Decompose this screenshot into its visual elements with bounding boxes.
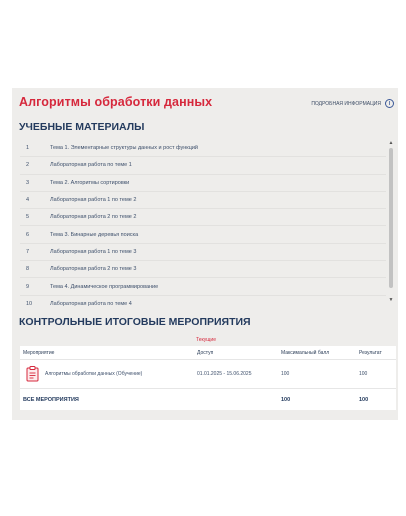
scroll-down-arrow-icon[interactable]: ▼ <box>388 297 394 303</box>
list-item[interactable]: 4 Лабораторная работа 1 по теме 2 <box>20 192 386 210</box>
list-item[interactable]: 3 Тема 2. Алгоритмы сортировки <box>20 175 386 192</box>
info-icon[interactable]: i <box>385 99 394 108</box>
item-number: 4 <box>26 197 30 204</box>
list-item[interactable]: 7 Лабораторная работа 1 по теме 3 <box>20 244 386 262</box>
item-number: 2 <box>26 162 30 169</box>
item-title[interactable]: Тема 4. Динамическое программирование <box>50 284 158 290</box>
item-number: 1 <box>26 145 30 152</box>
events-table: Мероприятие Доступ Максимальный балл Рез… <box>20 346 396 410</box>
table-row[interactable]: Алгоритмы обработки данных (Обучение) 01… <box>20 360 396 389</box>
page-title: Алгоритмы обработки данных <box>19 95 213 109</box>
materials-heading: УЧЕБНЫЕ МАТЕРИАЛЫ <box>19 121 145 133</box>
list-item[interactable]: 5 Лабораторная работа 2 по теме 2 <box>20 209 386 227</box>
total-result: 100 <box>359 396 369 403</box>
list-item[interactable]: 8 Лабораторная работа 2 по теме 3 <box>20 261 386 279</box>
clipboard-icon <box>26 366 39 382</box>
item-title[interactable]: Лабораторная работа по теме 1 <box>50 162 132 168</box>
item-number: 6 <box>26 231 30 238</box>
table-header: Мероприятие Доступ Максимальный балл Рез… <box>20 346 396 360</box>
col-event: Мероприятие <box>23 349 55 356</box>
item-number: 10 <box>26 300 33 307</box>
scroll-up-arrow-icon[interactable]: ▲ <box>388 140 394 146</box>
more-info-link[interactable]: ПОДРОБНАЯ ИНФОРМАЦИЯ i <box>311 99 394 108</box>
event-name-link[interactable]: Алгоритмы обработки данных (Обучение) <box>45 371 142 377</box>
col-result: Результат <box>359 349 382 356</box>
item-title[interactable]: Тема 3. Бинарные деревья поиска <box>50 232 138 238</box>
item-number: 5 <box>26 214 30 221</box>
materials-list: 1 Тема 1. Элементарные структуры данных и… <box>20 140 386 307</box>
list-item[interactable]: 1 Тема 1. Элементарные структуры данных и… <box>20 140 386 158</box>
item-title[interactable]: Лабораторная работа 2 по теме 2 <box>50 214 136 220</box>
item-title[interactable]: Лабораторная работа 1 по теме 2 <box>50 197 136 203</box>
course-panel: Алгоритмы обработки данных ПОДРОБНАЯ ИНФ… <box>12 88 398 420</box>
event-access: 01.01.2025 - 15.06.2025 <box>197 371 252 377</box>
item-title[interactable]: Лабораторная работа 1 по теме 3 <box>50 249 136 255</box>
item-title[interactable]: Тема 1. Элементарные структуры данных и … <box>50 145 198 151</box>
event-result: 100 <box>359 371 368 377</box>
item-number: 8 <box>26 266 30 273</box>
item-number: 9 <box>26 283 30 290</box>
list-item[interactable]: 2 Лабораторная работа по теме 1 <box>20 157 386 175</box>
item-title[interactable]: Тема 2. Алгоритмы сортировки <box>50 180 129 186</box>
table-total-row: ВСЕ МЕРОПРИЯТИЯ 100 100 <box>20 389 396 410</box>
control-heading: КОНТРОЛЬНЫЕ ИТОГОВЫЕ МЕРОПРИЯТИЯ <box>19 316 251 328</box>
tab-current[interactable]: Текущие <box>196 337 216 343</box>
item-number: 7 <box>26 248 30 255</box>
materials-scrollbar[interactable]: ▲ ▼ <box>388 140 394 303</box>
scroll-thumb[interactable] <box>389 148 393 288</box>
list-item[interactable]: 10 Лабораторная работа по теме 4 <box>20 296 386 312</box>
item-title[interactable]: Лабораторная работа по теме 4 <box>50 301 132 307</box>
list-item[interactable]: 9 Тема 4. Динамическое программирование <box>20 278 386 296</box>
col-access: Доступ <box>197 349 214 356</box>
total-max-score: 100 <box>281 396 291 403</box>
event-max-score: 100 <box>281 371 290 377</box>
total-label: ВСЕ МЕРОПРИЯТИЯ <box>23 396 79 403</box>
more-info-label: ПОДРОБНАЯ ИНФОРМАЦИЯ <box>311 100 381 107</box>
item-number: 3 <box>26 179 30 186</box>
col-max-score: Максимальный балл <box>281 349 330 356</box>
item-title[interactable]: Лабораторная работа 2 по теме 3 <box>50 266 136 272</box>
list-item[interactable]: 6 Тема 3. Бинарные деревья поиска <box>20 226 386 244</box>
